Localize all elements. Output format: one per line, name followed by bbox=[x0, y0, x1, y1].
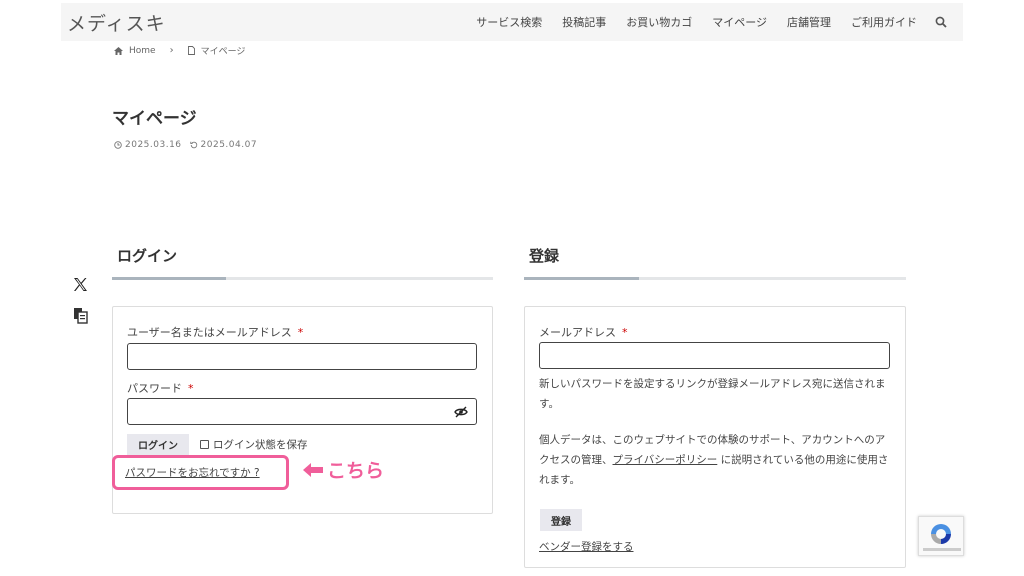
page-icon bbox=[187, 46, 195, 55]
remember-me[interactable]: ログイン状態を保存 bbox=[200, 437, 308, 452]
privacy-text: 個人データは、このウェブサイトでの体験のサポート、アカウントへのアクセスの管理、… bbox=[539, 430, 891, 490]
login-title-underline bbox=[112, 277, 493, 280]
home-icon bbox=[114, 46, 123, 55]
email-label-text: メールアドレス bbox=[539, 326, 616, 339]
password-label-text: パスワード bbox=[127, 382, 182, 395]
vendor-register-link[interactable]: ベンダー登録をする bbox=[539, 539, 634, 554]
breadcrumb-home[interactable]: Home bbox=[129, 46, 156, 56]
copy-icon[interactable] bbox=[73, 307, 88, 324]
breadcrumb: Home › マイページ bbox=[114, 44, 245, 57]
post-dates: 2025.03.16 2025.04.07 bbox=[114, 140, 257, 150]
main-nav: サービス検索 投稿記事 お買い物カゴ マイページ 店舗管理 ご利用ガイド bbox=[456, 3, 963, 41]
email-input[interactable] bbox=[539, 342, 890, 369]
refresh-icon bbox=[189, 141, 197, 149]
forgot-password-highlight bbox=[112, 455, 289, 490]
nav-item-cart[interactable]: お買い物カゴ bbox=[626, 14, 692, 30]
login-button[interactable]: ログイン bbox=[127, 434, 189, 455]
recaptcha-icon bbox=[931, 524, 951, 544]
site-header: メディスキ サービス検索 投稿記事 お買い物カゴ マイページ 店舗管理 ご利用ガ… bbox=[61, 3, 963, 41]
remember-checkbox[interactable] bbox=[200, 440, 209, 449]
recaptcha-badge[interactable] bbox=[918, 516, 964, 556]
arrow-left-icon bbox=[303, 462, 323, 477]
eye-slash-icon[interactable] bbox=[454, 406, 468, 418]
username-input[interactable] bbox=[127, 343, 477, 370]
password-info-text: 新しいパスワードを設定するリンクが登録メールアドレス宛に送信されます。 bbox=[539, 378, 886, 410]
login-title: ログイン bbox=[117, 247, 178, 265]
username-label: ユーザー名またはメールアドレス * bbox=[127, 324, 303, 340]
published-date-value: 2025.03.16 bbox=[125, 140, 182, 150]
annotation-note: こちら bbox=[303, 456, 384, 483]
published-date: 2025.03.16 bbox=[114, 140, 182, 150]
password-label: パスワード * bbox=[127, 380, 194, 396]
remember-label: ログイン状態を保存 bbox=[213, 439, 308, 451]
password-input[interactable] bbox=[127, 398, 477, 425]
nav-item-guide[interactable]: ご利用ガイド bbox=[851, 14, 917, 30]
register-title-underline bbox=[524, 277, 906, 280]
site-logo[interactable]: メディスキ bbox=[67, 9, 166, 36]
recaptcha-terms bbox=[923, 548, 961, 551]
breadcrumb-separator: › bbox=[169, 45, 174, 56]
updated-date: 2025.04.07 bbox=[189, 140, 258, 150]
username-label-text: ユーザー名またはメールアドレス bbox=[127, 326, 292, 339]
nav-item-store-admin[interactable]: 店舗管理 bbox=[787, 14, 831, 30]
page-title: マイページ bbox=[112, 109, 197, 129]
x-icon[interactable] bbox=[73, 277, 88, 292]
register-button[interactable]: 登録 bbox=[540, 509, 582, 531]
required-mark: * bbox=[297, 326, 304, 339]
breadcrumb-current: マイページ bbox=[200, 47, 246, 57]
required-mark: * bbox=[188, 382, 194, 395]
register-title: 登録 bbox=[529, 247, 560, 265]
nav-item-service-search[interactable]: サービス検索 bbox=[476, 14, 542, 30]
search-icon[interactable] bbox=[935, 16, 947, 28]
clock-icon bbox=[114, 141, 122, 149]
email-label: メールアドレス * bbox=[539, 324, 628, 340]
updated-date-value: 2025.04.07 bbox=[200, 140, 258, 150]
required-mark: * bbox=[622, 326, 628, 339]
annotation-text: こちら bbox=[327, 460, 385, 482]
nav-item-posts[interactable]: 投稿記事 bbox=[562, 14, 606, 30]
privacy-policy-link[interactable]: プライバシーポリシー bbox=[613, 454, 718, 466]
nav-item-mypage[interactable]: マイページ bbox=[712, 14, 767, 30]
